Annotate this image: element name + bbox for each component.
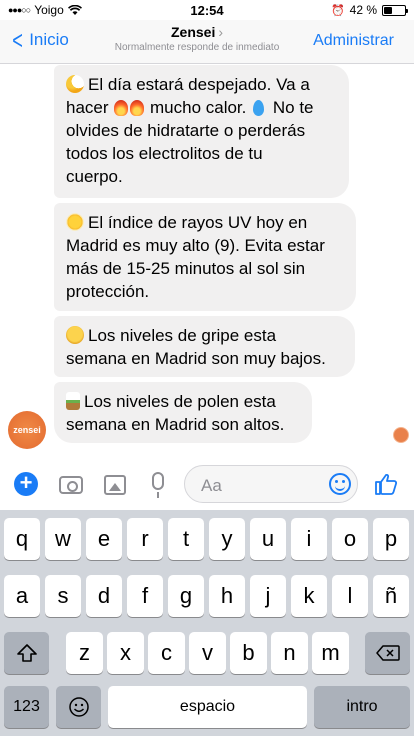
key-c[interactable]: c	[148, 632, 185, 674]
composer-bar: + Aa	[0, 460, 414, 510]
space-key[interactable]: espacio	[108, 686, 307, 728]
message-bubble-flu: Los niveles de gripe esta semana en Madr…	[54, 316, 355, 377]
message-text: más de 15-25 minutos al sol sin	[66, 259, 306, 278]
message-text: El día estará despejado. Va a	[88, 75, 310, 94]
key-s[interactable]: s	[45, 575, 81, 617]
sick-face-icon	[66, 326, 84, 344]
key-g[interactable]: g	[168, 575, 204, 617]
message-text: semana en Madrid son altos.	[66, 415, 285, 434]
key-l[interactable]: l	[332, 575, 368, 617]
status-left: ●●●○○ Yoigo	[8, 3, 82, 17]
camera-icon[interactable]	[59, 476, 83, 494]
fire-icon	[114, 100, 129, 116]
key-h[interactable]: h	[209, 575, 245, 617]
key-t[interactable]: t	[168, 518, 204, 560]
key-m[interactable]: m	[312, 632, 349, 674]
image-icon[interactable]	[104, 475, 126, 495]
message-input[interactable]: Aa	[184, 465, 358, 503]
message-text: hacer	[66, 98, 109, 117]
message-text: olvides de hidratarte o perderás	[66, 121, 306, 140]
key-f[interactable]: f	[127, 575, 163, 617]
backspace-key[interactable]	[365, 632, 410, 674]
message-text: El índice de rayos UV hoy en	[88, 213, 308, 232]
key-i[interactable]: i	[291, 518, 327, 560]
message-text: Los niveles de polen esta	[84, 392, 276, 411]
page-title: Zensei	[170, 24, 216, 40]
emoji-icon	[68, 697, 89, 717]
key-b[interactable]: b	[230, 632, 267, 674]
key-n[interactable]: n	[271, 632, 308, 674]
battery-label: 42 %	[349, 3, 377, 17]
sun-icon	[66, 213, 84, 231]
thumbs-up-icon[interactable]	[374, 473, 398, 495]
back-label: Inicio	[29, 30, 69, 49]
return-key[interactable]: intro	[314, 686, 410, 728]
alarm-icon: ⏰	[330, 4, 345, 17]
conversation-header[interactable]: Zensei › Normalmente responde de inmediat…	[90, 24, 304, 53]
chevron-right-icon: ›	[218, 24, 224, 40]
message-list[interactable]: El día estará despejado. Va a hacer much…	[0, 65, 414, 460]
status-bar: ●●●○○ Yoigo 12:54 ⏰ 42 %	[0, 0, 414, 20]
message-text: No te	[272, 98, 314, 117]
key-x[interactable]: x	[107, 632, 144, 674]
message-placeholder: Aa	[201, 476, 222, 495]
key-n-tilde[interactable]: ñ	[373, 575, 409, 617]
microphone-icon[interactable]	[152, 472, 164, 498]
keyboard: q w e r t y u i o p a s d f g h j k l ñ …	[0, 510, 414, 736]
sun-behind-cloud-icon	[66, 75, 84, 93]
key-y[interactable]: y	[209, 518, 245, 560]
key-q[interactable]: q	[4, 518, 40, 560]
message-bubble-pollen: Los niveles de polen esta semana en Madr…	[54, 382, 312, 443]
message-text: Madrid es muy alto (9). Evita estar	[66, 236, 325, 255]
message-text: todos los electrolitos de tu	[66, 144, 263, 163]
numbers-key[interactable]: 123	[4, 686, 49, 728]
key-r[interactable]: r	[127, 518, 163, 560]
key-z[interactable]: z	[66, 632, 103, 674]
message-text: protección.	[66, 282, 150, 301]
signal-icon: ●●●○○	[8, 5, 31, 15]
shift-icon	[16, 644, 37, 662]
back-button[interactable]: < Inicio	[10, 25, 69, 55]
message-bubble-weather: El día estará despejado. Va a hacer much…	[54, 65, 349, 198]
read-receipt-avatar	[393, 427, 409, 443]
key-k[interactable]: k	[291, 575, 327, 617]
droplet-icon	[253, 100, 265, 116]
key-d[interactable]: d	[86, 575, 122, 617]
key-j[interactable]: j	[250, 575, 286, 617]
fire-icon	[130, 100, 145, 116]
wifi-icon	[67, 4, 82, 15]
response-time-label: Normalmente responde de inmediato	[114, 42, 280, 53]
carrier-label: Yoigo	[34, 3, 64, 17]
shift-key[interactable]	[4, 632, 49, 674]
seedling-icon	[66, 392, 80, 410]
backspace-icon	[375, 645, 400, 661]
message-text: cuerpo.	[66, 167, 123, 186]
message-bubble-uv: El índice de rayos UV hoy en Madrid es m…	[54, 203, 356, 311]
plus-icon[interactable]: +	[14, 472, 38, 496]
nav-bar: < Inicio Zensei › Normalmente responde de…	[0, 20, 414, 64]
message-text: semana en Madrid son muy bajos.	[66, 349, 326, 368]
message-text: Los niveles de gripe esta	[88, 326, 277, 345]
status-right: ⏰ 42 %	[330, 3, 408, 17]
key-e[interactable]: e	[86, 518, 122, 560]
key-u[interactable]: u	[250, 518, 286, 560]
key-v[interactable]: v	[189, 632, 226, 674]
manage-button[interactable]: Administrar	[313, 32, 394, 50]
key-p[interactable]: p	[373, 518, 409, 560]
key-a[interactable]: a	[4, 575, 40, 617]
emoji-keyboard-key[interactable]	[56, 686, 101, 728]
chevron-left-icon: <	[12, 25, 23, 55]
battery-icon	[382, 4, 408, 16]
message-text: mucho calor.	[150, 98, 247, 117]
key-w[interactable]: w	[45, 518, 81, 560]
key-o[interactable]: o	[332, 518, 368, 560]
emoji-icon[interactable]	[329, 473, 351, 495]
avatar[interactable]: zensei	[8, 411, 46, 449]
